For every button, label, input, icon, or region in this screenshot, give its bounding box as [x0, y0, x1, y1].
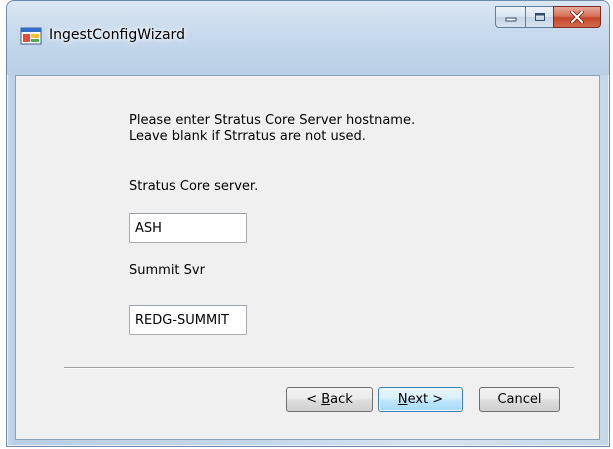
stratus-core-server-label: Stratus Core server. — [129, 179, 259, 194]
next-button[interactable]: Next > — [378, 387, 463, 412]
close-button[interactable] — [553, 6, 601, 28]
caption-buttons — [495, 6, 601, 30]
back-button-rest: ack — [330, 392, 353, 407]
maximize-icon — [534, 13, 545, 21]
wizard-content-panel: Please enter Stratus Core Server hostnam… — [15, 75, 600, 440]
close-icon — [570, 11, 584, 23]
back-button-prefix: < — [306, 392, 322, 407]
cancel-button[interactable]: Cancel — [479, 387, 560, 412]
summit-svr-label: Summit Svr — [129, 263, 205, 278]
window-title: IngestConfigWizard — [49, 27, 185, 43]
wizard-window: IngestConfigWizard Please enter Stratus … — [6, 0, 610, 447]
instructions-text: Please enter Stratus Core Server hostnam… — [129, 113, 415, 145]
next-button-mnemonic: N — [397, 392, 408, 407]
title-bar[interactable]: IngestConfigWizard — [7, 1, 609, 75]
stratus-core-server-input[interactable]: ASH — [129, 213, 247, 243]
application-window-icon — [20, 27, 42, 45]
maximize-button[interactable] — [525, 6, 553, 28]
instruction-line-1: Please enter Stratus Core Server hostnam… — [129, 113, 416, 128]
instruction-line-2: Leave blank if Strratus are not used. — [129, 129, 366, 144]
minimize-button[interactable] — [495, 6, 525, 28]
back-button[interactable]: < Back — [286, 387, 373, 412]
next-button-rest: ext > — [407, 392, 444, 407]
minimize-icon — [505, 17, 516, 22]
button-separator — [64, 367, 574, 369]
back-button-mnemonic: B — [321, 392, 331, 407]
summit-svr-input[interactable]: REDG-SUMMIT — [129, 305, 247, 335]
